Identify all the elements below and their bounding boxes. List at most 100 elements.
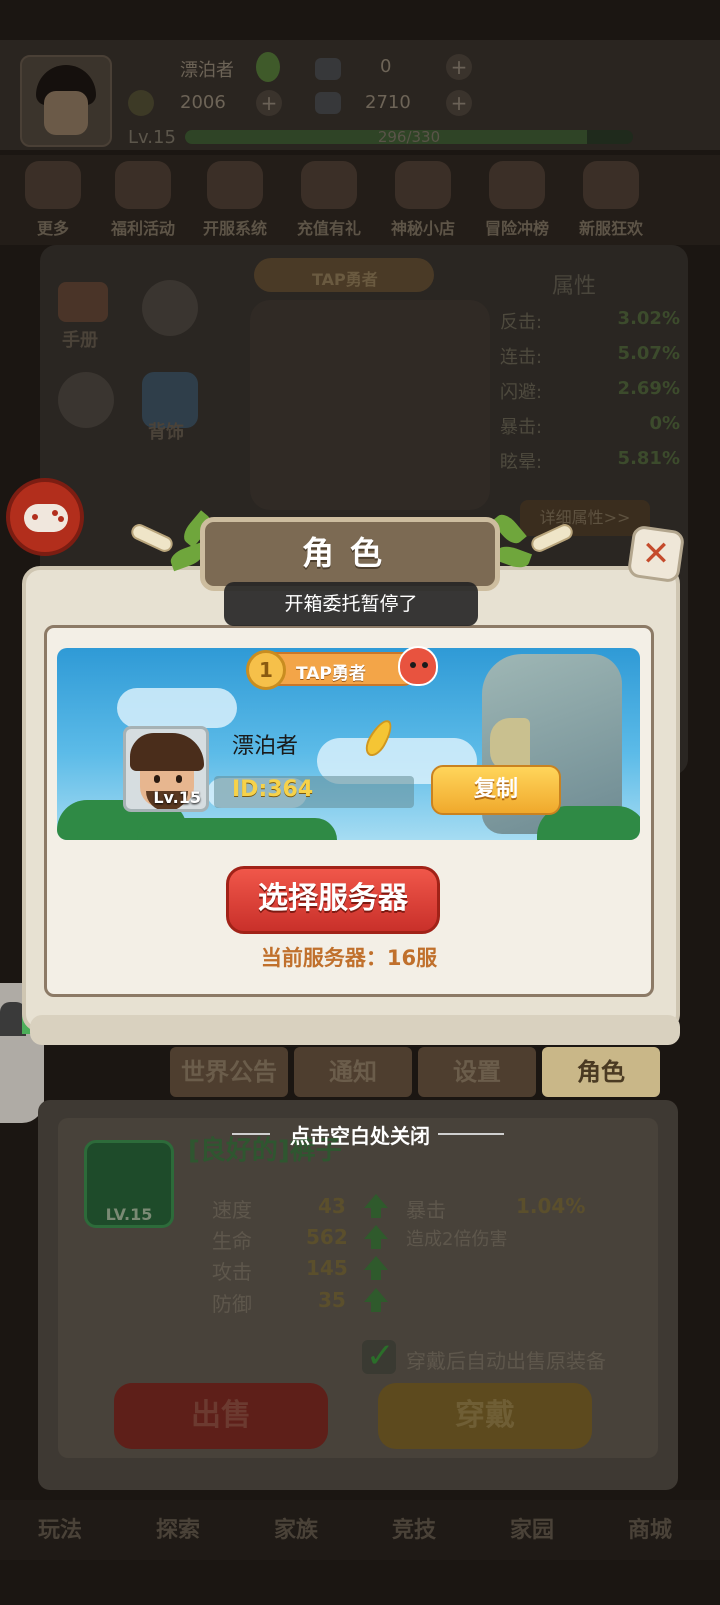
carnival-icon	[583, 161, 639, 209]
cloud	[117, 688, 237, 728]
attr-value: 3.02%	[617, 308, 680, 329]
sell-button[interactable]: 出售	[114, 1383, 328, 1449]
lucky-bag-icon	[398, 646, 438, 686]
stat-label: 防御	[212, 1292, 252, 1316]
slot-icon[interactable]	[58, 372, 114, 428]
stat-label: 攻击	[212, 1260, 252, 1284]
dialog-title: 角色	[301, 534, 398, 572]
crit-desc: 造成2倍伤害	[406, 1229, 508, 1250]
tab-notice[interactable]: 通知	[294, 1047, 412, 1097]
tab-world-notice[interactable]: 世界公告	[170, 1047, 288, 1097]
gold-count: 2006	[180, 92, 226, 113]
up-arrow-icon	[364, 1225, 388, 1249]
menu-label: 冒险冲榜	[484, 219, 549, 238]
portrait-hair	[130, 733, 204, 771]
server-system-icon	[207, 161, 263, 209]
player-level-badge: Lv.15	[153, 788, 201, 807]
wear-button[interactable]: 穿戴	[378, 1383, 592, 1449]
attr-header: 属性	[552, 274, 597, 299]
shop-icon	[395, 161, 451, 209]
avatar-face	[44, 91, 88, 135]
check-icon: ✓	[366, 1336, 395, 1376]
close-icon[interactable]: ✕	[630, 528, 682, 580]
statue-face	[490, 718, 530, 772]
feature-menu: 更多 福利活动 开服系统 充值有礼 神秘小店 冒险冲榜 新服狂欢	[0, 155, 720, 245]
attr-label: 闪避:	[500, 382, 543, 403]
up-arrow-icon	[364, 1194, 388, 1218]
menu-new-server[interactable]: 新服狂欢	[566, 155, 656, 245]
menu-more[interactable]: 更多	[8, 155, 98, 245]
select-server-button[interactable]: 选择服务器	[226, 866, 440, 934]
nav-store[interactable]: 商城	[590, 1512, 710, 1544]
tab-settings[interactable]: 设置	[418, 1047, 536, 1097]
ticket-count: 0	[380, 56, 392, 77]
attr-value: 0%	[649, 413, 680, 434]
menu-rank[interactable]: 冒险冲榜	[472, 155, 562, 245]
current-server: 当前服务器：16服	[260, 946, 438, 970]
crit-label: 暴击	[406, 1198, 446, 1222]
close-hint: 点击空白处关闭	[290, 1124, 430, 1148]
ticket-icon	[315, 58, 341, 80]
attr-label: 连击:	[500, 347, 543, 368]
menu-shop[interactable]: 神秘小店	[378, 155, 468, 245]
up-arrow-icon	[364, 1288, 388, 1312]
grass	[137, 818, 337, 840]
player-avatar[interactable]	[20, 55, 112, 147]
stat-label: 速度	[212, 1198, 252, 1222]
item-level: LV.15	[105, 1205, 153, 1224]
attr-value: 5.81%	[617, 448, 680, 469]
back-accessory-label: 背饰	[148, 422, 184, 443]
menu-label: 福利活动	[110, 219, 175, 238]
menu-server-system[interactable]: 开服系统	[190, 155, 280, 245]
trophy-icon	[489, 161, 545, 209]
menu-label: 充值有礼	[296, 219, 361, 238]
tab-character[interactable]: 角色	[542, 1047, 660, 1097]
dialog-rim	[30, 1015, 680, 1045]
copy-id-button[interactable]: 复制	[431, 765, 561, 815]
attr-label: 眩晕:	[500, 452, 543, 473]
add-gold-button[interactable]: +	[256, 90, 282, 116]
add-gem-button[interactable]: +	[446, 90, 472, 116]
hero-title: TAP勇者	[296, 664, 366, 684]
player-name: 漂泊者	[232, 734, 299, 759]
feather-icon	[256, 52, 280, 82]
add-ticket-button[interactable]: +	[446, 54, 472, 80]
xp-text: 296/330	[377, 128, 441, 146]
toast-message: 开箱委托暂停了	[224, 582, 478, 626]
nav-home[interactable]: 家园	[472, 1512, 592, 1544]
stat-value: 35	[318, 1288, 346, 1312]
nav-explore[interactable]: 探索	[118, 1512, 238, 1544]
gold-icon	[128, 90, 154, 116]
portrait-eye	[176, 775, 182, 783]
book-icon[interactable]	[58, 282, 108, 322]
gift-icon	[301, 161, 357, 209]
rank-medal-icon: 1	[246, 650, 286, 690]
nav-family[interactable]: 家族	[236, 1512, 356, 1544]
menu-welfare[interactable]: 福利活动	[98, 155, 188, 245]
handbook-label: 手册	[62, 330, 98, 351]
gamepad-icon	[24, 504, 68, 532]
nav-play[interactable]: 玩法	[0, 1512, 120, 1544]
menu-label: 更多	[36, 219, 69, 238]
attribute-row: 连击: 5.07%	[500, 343, 680, 378]
auto-sell-label: 穿戴后自动出售原装备	[406, 1349, 606, 1373]
menu-recharge[interactable]: 充值有礼	[284, 155, 374, 245]
stat-value: 43	[318, 1194, 346, 1218]
hero-title: TAP勇者	[312, 270, 378, 289]
stat-label: 生命	[212, 1229, 252, 1253]
stat-value: 145	[306, 1256, 348, 1280]
player-level: Lv.15	[128, 127, 176, 148]
welfare-icon	[115, 161, 171, 209]
attr-value: 5.07%	[617, 343, 680, 364]
up-arrow-icon	[364, 1256, 388, 1280]
gamepad-float-button[interactable]	[6, 478, 84, 556]
attribute-row: 闪避: 2.69%	[500, 378, 680, 413]
gem-count: 2710	[365, 92, 411, 113]
attr-label: 暴击:	[500, 417, 543, 438]
menu-label: 开服系统	[202, 219, 267, 238]
crit-value: 1.04%	[516, 1194, 586, 1218]
attribute-row: 暴击: 0%	[500, 413, 680, 448]
attribute-row: 反击: 3.02%	[500, 308, 680, 343]
slot-icon[interactable]	[142, 280, 198, 336]
nav-arena[interactable]: 竞技	[354, 1512, 474, 1544]
